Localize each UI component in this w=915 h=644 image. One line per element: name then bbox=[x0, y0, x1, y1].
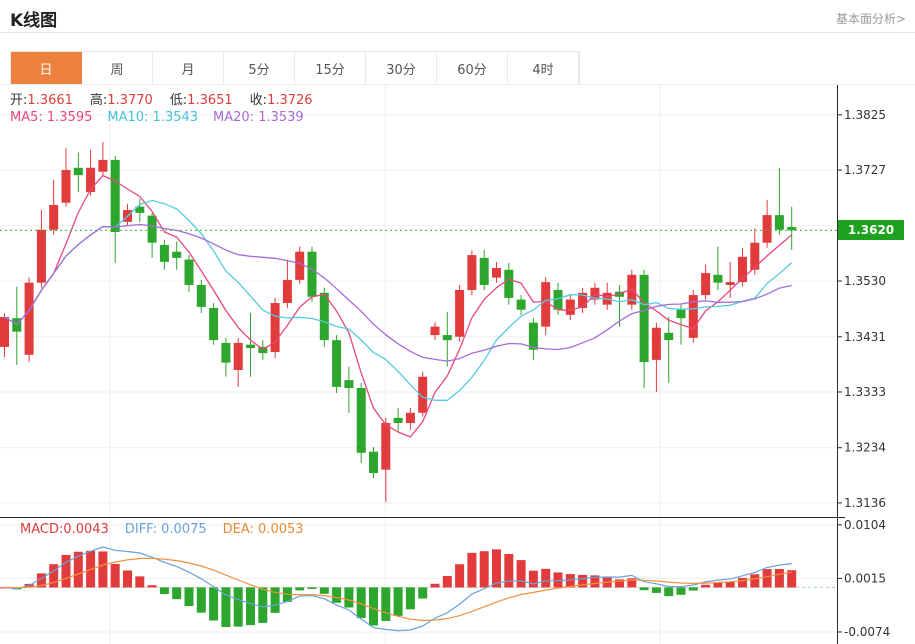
ohlc-item: 高:1.3770 bbox=[90, 93, 153, 108]
ma-readout-row: MA5: 1.3595 MA10: 1.3543 MA20: 1.3539 bbox=[10, 110, 319, 125]
ohlc-item: 低:1.3651 bbox=[170, 93, 233, 108]
macd-value-label: DEA: 0.0053 bbox=[223, 522, 304, 537]
macd-readout-row: MACD:0.0043 DIFF: 0.0075 DEA: 0.0053 bbox=[20, 522, 320, 537]
ohlc-item: 收:1.3726 bbox=[250, 93, 313, 108]
period-tabbar: 日周月5分15分30分60分4时 bbox=[10, 51, 580, 85]
chart-area: 开:1.3661 高:1.3770 低:1.3651 收:1.3726 MA5: 1.… bbox=[0, 85, 915, 644]
ohlc-item: 开:1.3661 bbox=[10, 93, 73, 108]
ohlc-label: 开: bbox=[10, 93, 27, 108]
macd-value-label: MACD:0.0043 bbox=[20, 522, 109, 537]
kline-page: K线图 基本面分析> 日周月5分15分30分60分4时 开:1.3661高:1.… bbox=[0, 0, 915, 644]
main-y-axis-tick: 1.3825 bbox=[844, 108, 886, 122]
ohlc-value: 1.3770 bbox=[107, 93, 153, 108]
ohlc-value: 1.3726 bbox=[267, 93, 313, 108]
macd-y-axis-tick: 0.0015 bbox=[844, 571, 886, 585]
page-title: K线图 bbox=[10, 6, 57, 31]
macd-value-label: DIFF: 0.0075 bbox=[125, 522, 207, 537]
ohlc-label: 高: bbox=[90, 93, 107, 108]
main-y-axis-tick: 1.3333 bbox=[844, 385, 886, 399]
main-y-axis-tick: 1.3136 bbox=[844, 496, 886, 510]
period-tab[interactable]: 30分 bbox=[366, 52, 437, 84]
ma-item: MA10: 1.3543 bbox=[107, 110, 198, 125]
ohlc-value: 1.3661 bbox=[27, 93, 73, 108]
ohlc-value: 1.3651 bbox=[187, 93, 233, 108]
main-y-axis-tick: 1.3727 bbox=[844, 163, 886, 177]
macd-y-axis-tick: -0.0074 bbox=[844, 625, 890, 639]
fundamental-analysis-link[interactable]: 基本面分析> bbox=[836, 10, 906, 27]
macd-y-axis-tick: 0.0104 bbox=[844, 518, 886, 532]
main-y-axis-tick: 1.3431 bbox=[844, 330, 886, 344]
ma-item: MA5: 1.3595 bbox=[10, 110, 92, 125]
period-tab[interactable]: 日 bbox=[11, 52, 82, 84]
period-tab[interactable]: 5分 bbox=[224, 52, 295, 84]
period-tab[interactable]: 4时 bbox=[508, 52, 579, 84]
main-y-axis-tick: 1.3234 bbox=[844, 441, 886, 455]
period-tab[interactable]: 15分 bbox=[295, 52, 366, 84]
period-tab[interactable]: 周 bbox=[82, 52, 153, 84]
ma-item: MA20: 1.3539 bbox=[213, 110, 304, 125]
current-price-badge: 1.3620 bbox=[838, 220, 904, 240]
ohlc-readout-row: 开:1.3661 高:1.3770 低:1.3651 收:1.3726 bbox=[10, 89, 330, 108]
main-y-axis-tick: 1.3530 bbox=[844, 274, 886, 288]
page-header: K线图 基本面分析> bbox=[0, 0, 915, 33]
ohlc-label: 低: bbox=[170, 93, 187, 108]
ohlc-label: 收: bbox=[250, 93, 267, 108]
candlestick-chart[interactable]: 1.38251.37271.36281.35301.34311.33331.32… bbox=[0, 85, 915, 517]
period-tab[interactable]: 月 bbox=[153, 52, 224, 84]
period-tab[interactable]: 60分 bbox=[437, 52, 508, 84]
